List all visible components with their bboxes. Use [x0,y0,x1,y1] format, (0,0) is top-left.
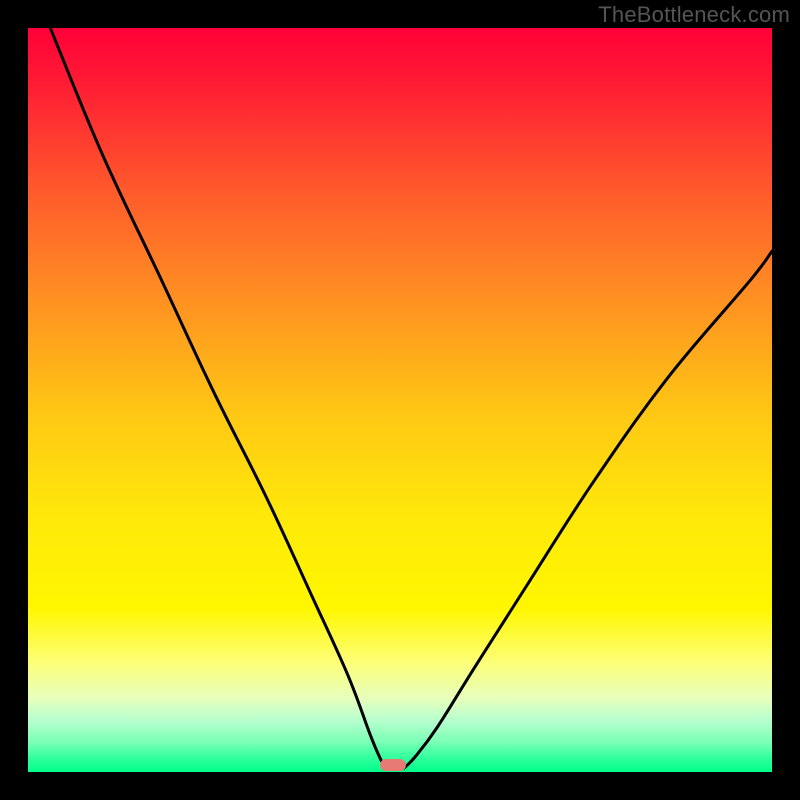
bottleneck-marker [380,759,406,771]
curve-right-path [404,251,772,768]
chart-frame: TheBottleneck.com [0,0,800,800]
bottleneck-curve [28,28,772,772]
curve-left-path [50,28,387,768]
watermark-label: TheBottleneck.com [598,2,790,28]
plot-area [28,28,772,772]
